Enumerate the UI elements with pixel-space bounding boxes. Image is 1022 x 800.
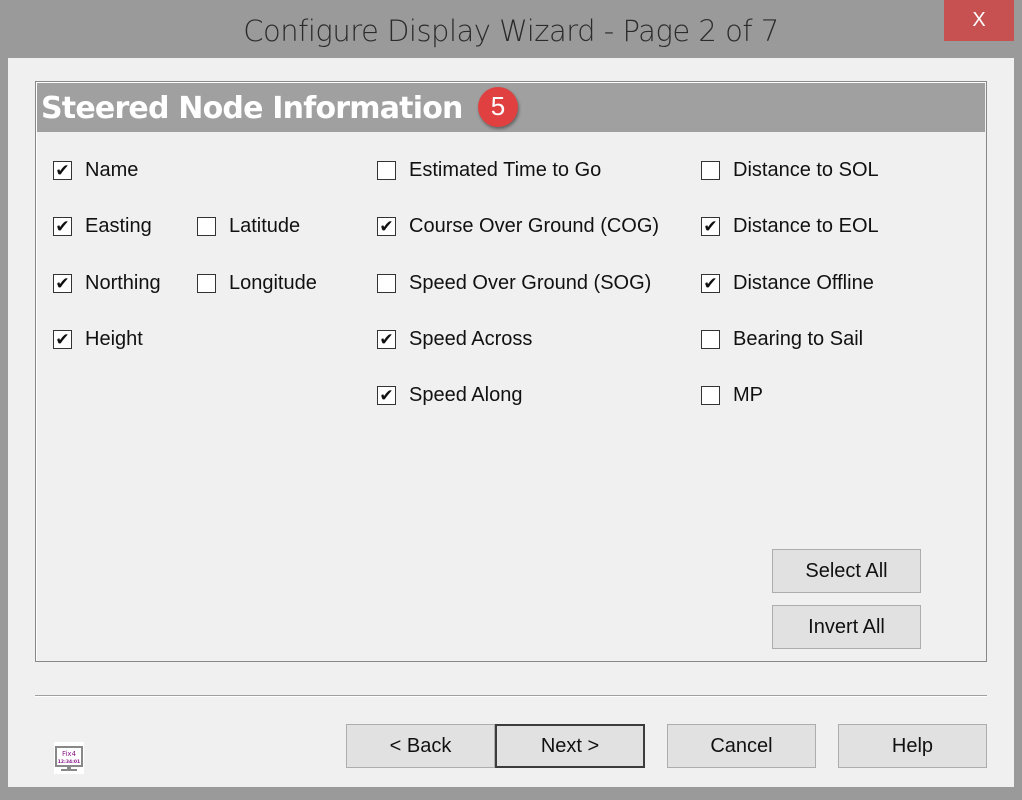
checkbox-distance-offline[interactable]: ✔ Distance Offline: [701, 271, 961, 295]
svg-text:12:34:01: 12:34:01: [58, 759, 80, 765]
checkbox-checked-icon[interactable]: ✔: [377, 385, 396, 405]
checkbox-easting[interactable]: ✔ Easting: [53, 214, 183, 238]
checkbox-mp[interactable]: MP: [701, 383, 961, 407]
checkbox-latitude[interactable]: Latitude: [197, 214, 327, 238]
checkbox-northing[interactable]: ✔ Northing: [53, 271, 183, 295]
checkbox-unchecked-icon[interactable]: [701, 160, 720, 180]
window-title: Configure Display Wizard - Page 2 of 7: [243, 14, 779, 48]
checkbox-label: MP: [733, 383, 763, 406]
checkbox-label: Distance to EOL: [733, 214, 879, 237]
checkbox-distance-to-sol[interactable]: Distance to SOL: [701, 158, 961, 182]
checkbox-label: Bearing to Sail: [733, 327, 864, 350]
section-header: Steered Node Information 5: [37, 83, 985, 132]
checkbox-label: Easting: [85, 214, 152, 237]
checkbox-unchecked-icon[interactable]: [701, 385, 720, 405]
checkbox-speed-across[interactable]: ✔ Speed Across: [377, 327, 662, 351]
checkbox-label: Height: [85, 327, 143, 350]
checkbox-checked-icon[interactable]: ✔: [53, 329, 72, 349]
checkbox-label: Estimated Time to Go: [409, 158, 602, 181]
checkbox-unchecked-icon[interactable]: [197, 216, 216, 236]
checkbox-longitude[interactable]: Longitude: [197, 271, 327, 295]
checkbox-label: Longitude: [229, 271, 317, 294]
back-button[interactable]: < Back: [346, 724, 495, 768]
checkbox-checked-icon[interactable]: ✔: [701, 273, 720, 293]
checkbox-estimated-time-to-go[interactable]: Estimated Time to Go: [377, 158, 662, 182]
checkbox-label: Distance to SOL: [733, 158, 879, 181]
separator: [35, 695, 987, 697]
checkbox-checked-icon[interactable]: ✔: [377, 329, 396, 349]
select-all-button[interactable]: Select All: [772, 549, 921, 593]
fix4-app-icon: Fix4 12:34:01: [54, 742, 84, 774]
checkbox-label: Speed Along: [409, 383, 523, 406]
checkbox-bearing-to-sail[interactable]: Bearing to Sail: [701, 327, 961, 351]
checkbox-course-over-ground-cog[interactable]: ✔ Course Over Ground (COG): [377, 214, 662, 238]
checkbox-checked-icon[interactable]: ✔: [53, 273, 72, 293]
checkbox-label: Name: [85, 158, 139, 181]
checkbox-label: Speed Over Ground (SOG): [409, 271, 652, 294]
invert-all-button[interactable]: Invert All: [772, 605, 921, 649]
svg-text:Fix4: Fix4: [62, 750, 77, 758]
checkbox-label: Northing: [85, 271, 161, 294]
checkbox-unchecked-icon[interactable]: [701, 329, 720, 349]
checkbox-label: Distance Offline: [733, 271, 874, 294]
section-title: Steered Node Information: [41, 91, 463, 126]
checkbox-height[interactable]: ✔ Height: [53, 327, 183, 351]
help-button[interactable]: Help: [838, 724, 987, 768]
checkbox-label: Speed Across: [409, 327, 533, 350]
close-button[interactable]: X: [944, 0, 1014, 41]
checkbox-checked-icon[interactable]: ✔: [377, 216, 396, 236]
checkbox-checked-icon[interactable]: ✔: [53, 160, 72, 180]
checkbox-checked-icon[interactable]: ✔: [53, 216, 72, 236]
checkbox-name[interactable]: ✔ Name: [53, 158, 183, 182]
checkbox-checked-icon[interactable]: ✔: [701, 216, 720, 236]
checkbox-unchecked-icon[interactable]: [197, 273, 216, 293]
checkbox-unchecked-icon[interactable]: [377, 160, 396, 180]
checkbox-speed-over-ground-sog[interactable]: Speed Over Ground (SOG): [377, 271, 662, 295]
checkbox-distance-to-eol[interactable]: ✔ Distance to EOL: [701, 214, 961, 238]
checkbox-speed-along[interactable]: ✔ Speed Along: [377, 383, 662, 407]
checkbox-unchecked-icon[interactable]: [377, 273, 396, 293]
step-badge: 5: [478, 87, 518, 127]
next-button[interactable]: Next >: [495, 724, 645, 768]
checkbox-label: Latitude: [229, 214, 301, 237]
cancel-button[interactable]: Cancel: [667, 724, 816, 768]
checkbox-label: Course Over Ground (COG): [409, 214, 660, 237]
